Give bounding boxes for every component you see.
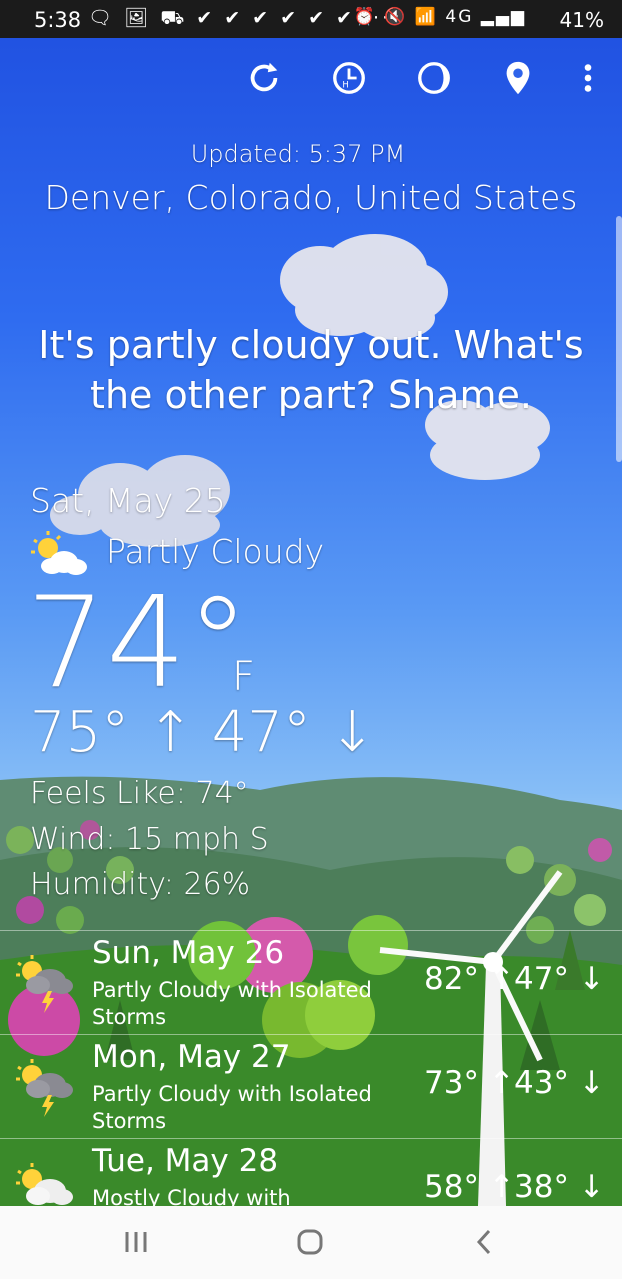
refresh-button[interactable]	[244, 58, 284, 98]
history-icon: H	[333, 62, 365, 94]
back-button[interactable]	[454, 1220, 514, 1264]
forecast-row[interactable]: Sun, May 26 Partly Cloudy with Isolated …	[0, 930, 622, 1035]
recent-apps-icon	[125, 1232, 147, 1252]
forecast-description: Partly Cloudy with Isolated Storms	[92, 1082, 372, 1133]
forecast-day: Sun, May 26	[92, 935, 285, 971]
humidity-info: Humidity: 26%	[30, 867, 251, 902]
weather-screen: 5:38 🗨 🖼 ⛟ ✔ ✔ ✔ ✔ ✔ ✔ ··· ⏰ 🔇 📶 4G ▂▄▆ …	[0, 0, 622, 1279]
forecast-high: 82° ↑	[424, 961, 515, 997]
current-condition: Partly Cloudy	[106, 532, 325, 571]
more-options-button[interactable]	[568, 58, 608, 98]
refresh-icon	[250, 62, 278, 92]
forecast-description: Partly Cloudy with Isolated Storms	[92, 978, 372, 1029]
current-date: Sat, May 25	[30, 481, 226, 520]
moon-phase-icon	[418, 62, 450, 94]
recent-apps-button[interactable]	[106, 1220, 166, 1264]
forecast-day: Mon, May 27	[92, 1039, 291, 1075]
history-button[interactable]: H	[329, 58, 369, 98]
wind-info: Wind: 15 mph S	[30, 822, 269, 857]
status-time: 5:38	[34, 8, 82, 32]
scrollbar[interactable]	[616, 216, 622, 462]
partly-cloudy-storm-icon	[16, 1059, 73, 1117]
forecast-high: 73° ↑	[424, 1065, 515, 1101]
feels-like: Feels Like: 74°	[30, 776, 249, 811]
navigation-bar	[0, 1206, 622, 1279]
forecast-description: Mostly Cloudy with Scattered	[92, 1186, 291, 1207]
location-button[interactable]	[498, 58, 538, 98]
location-name[interactable]: Denver, Colorado, United States	[0, 178, 622, 217]
current-temperature: 74°	[26, 569, 250, 716]
forecast-row[interactable]: Mon, May 27 Partly Cloudy with Isolated …	[0, 1034, 622, 1139]
forecast-low: 38° ↓	[514, 1169, 605, 1205]
weather-quip: It's partly cloudy out. What's the other…	[38, 323, 584, 417]
svg-text:H: H	[342, 81, 348, 91]
more-vert-icon	[584, 64, 592, 92]
forecast-row[interactable]: Tue, May 28 Mostly Cloudy with Scattered…	[0, 1138, 622, 1207]
notification-icons: 🗨 🖼 ⛟ ✔ ✔ ✔ ✔ ✔ ✔ ···	[88, 7, 392, 29]
forecast-day: Tue, May 28	[92, 1143, 279, 1179]
updated-time: Updated: 5:37 PM	[190, 140, 406, 168]
home-icon	[297, 1229, 323, 1255]
forecast-low: 47° ↓	[514, 961, 605, 997]
location-pin-icon	[506, 61, 530, 95]
high-low-temps: 75° ↑ 47° ↓	[30, 700, 376, 765]
back-icon	[476, 1229, 491, 1255]
status-bar: 5:38 🗨 🖼 ⛟ ✔ ✔ ✔ ✔ ✔ ✔ ··· ⏰ 🔇 📶 4G ▂▄▆ …	[0, 0, 622, 38]
mostly-cloudy-icon	[16, 1163, 73, 1205]
forecast-high: 58° ↑	[424, 1169, 515, 1205]
moon-phase-button[interactable]	[414, 58, 454, 98]
temperature-unit[interactable]: F	[232, 654, 255, 700]
home-button[interactable]	[280, 1220, 340, 1264]
partly-cloudy-storm-icon	[16, 955, 73, 1013]
forecast-low: 43° ↓	[514, 1065, 605, 1101]
system-status-icons: ⏰ 🔇 📶 4G ▂▄▆	[353, 7, 526, 27]
battery-level: 41%	[559, 8, 604, 32]
